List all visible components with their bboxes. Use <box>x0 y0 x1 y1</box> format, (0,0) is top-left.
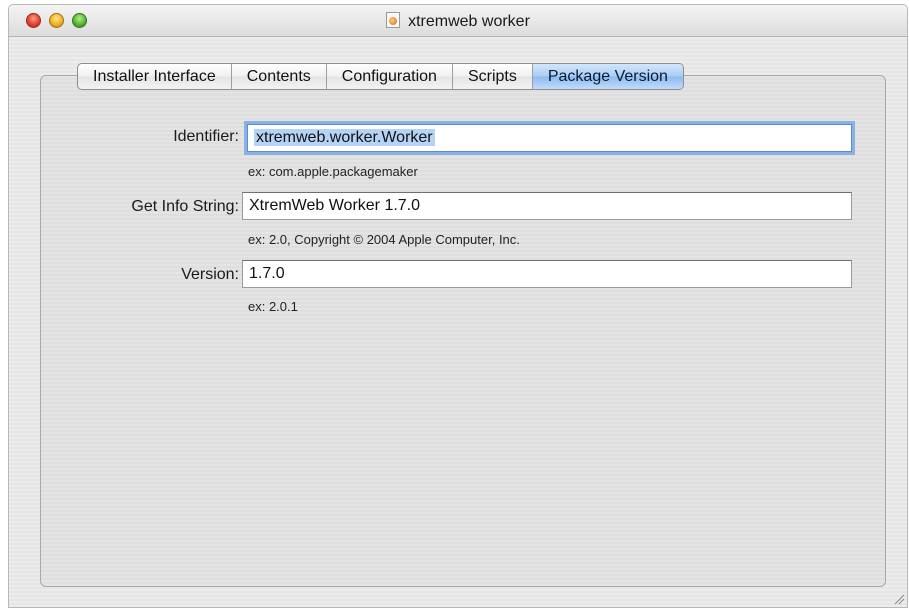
title-bar[interactable]: xtremweb worker <box>9 5 907 37</box>
package-maker-window: xtremweb worker Installer Interface Cont… <box>8 4 908 608</box>
tab-bar: Installer Interface Contents Configurati… <box>77 63 684 90</box>
version-field[interactable]: 1.7.0 <box>242 260 852 288</box>
identifier-hint: ex: com.apple.packagemaker <box>248 164 418 179</box>
tab-scripts[interactable]: Scripts <box>453 64 533 89</box>
get-info-string-label: Get Info String: <box>131 198 239 215</box>
identifier-value: xtremweb.worker.Worker <box>254 129 435 146</box>
window-title: xtremweb worker <box>408 13 530 30</box>
tab-installer-interface[interactable]: Installer Interface <box>78 64 232 89</box>
document-icon <box>386 12 401 28</box>
resize-grip-icon[interactable] <box>893 593 905 605</box>
identifier-label: Identifier: <box>173 128 239 145</box>
window-title-area: xtremweb worker <box>9 12 907 31</box>
tab-package-version[interactable]: Package Version <box>532 64 683 89</box>
identifier-field[interactable]: xtremweb.worker.Worker <box>247 124 852 152</box>
tab-contents[interactable]: Contents <box>232 64 327 89</box>
version-hint: ex: 2.0.1 <box>248 299 298 314</box>
get-info-string-hint: ex: 2.0, Copyright © 2004 Apple Computer… <box>248 232 520 247</box>
tab-configuration[interactable]: Configuration <box>327 64 453 89</box>
get-info-string-field[interactable]: XtremWeb Worker 1.7.0 <box>242 192 852 220</box>
version-label: Version: <box>181 266 239 283</box>
